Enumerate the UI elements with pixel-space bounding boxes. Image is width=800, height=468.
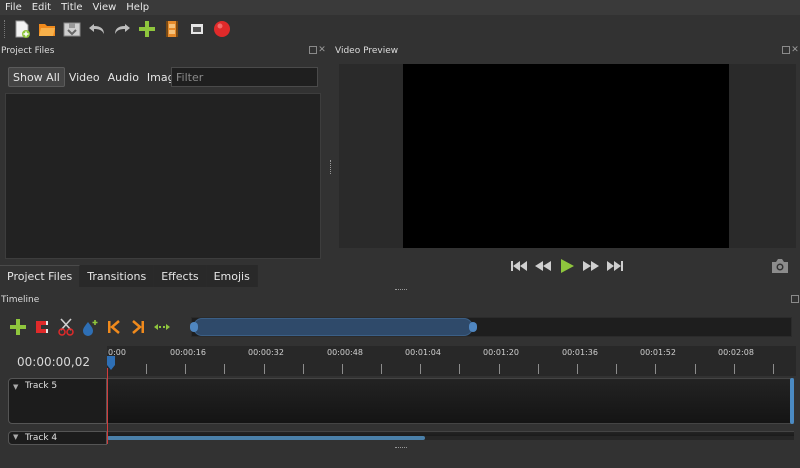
redo-icon[interactable] (111, 18, 133, 40)
track-lane[interactable] (107, 378, 794, 424)
ruler-tick (264, 364, 265, 374)
float-icon[interactable] (309, 46, 317, 54)
rewind-icon[interactable] (532, 256, 554, 276)
collapse-arrow-icon[interactable]: ▼ (13, 433, 18, 441)
menu-help[interactable]: Help (121, 2, 154, 13)
ruler-tick (538, 364, 539, 374)
filter-show-all[interactable]: Show All (8, 67, 65, 87)
collapse-arrow-icon[interactable]: ▼ (13, 383, 18, 391)
camera-icon[interactable] (770, 258, 790, 274)
video-preview-title: Video Preview (335, 46, 399, 56)
razor-scissors-icon[interactable] (54, 316, 78, 338)
new-project-icon[interactable] (11, 18, 33, 40)
ruler-tick (459, 364, 460, 374)
menu-title[interactable]: Title (56, 2, 87, 13)
filter-input[interactable]: Filter (171, 67, 318, 87)
tab-emojis[interactable]: Emojis (206, 265, 258, 287)
time-ruler[interactable]: 0:00 00:00:16 00:00:32 00:00:48 00:01:04… (107, 346, 796, 376)
ruler-label: 00:00:32 (248, 348, 284, 357)
ruler-tick (577, 364, 578, 374)
ruler-tick (734, 364, 735, 374)
float-icon[interactable] (791, 295, 799, 303)
ruler-tick (616, 364, 617, 374)
tab-project-files[interactable]: Project Files (0, 265, 81, 287)
fast-forward-icon[interactable] (580, 256, 602, 276)
ruler-label: 00:02:08 (718, 348, 754, 357)
export-video-icon[interactable] (211, 18, 233, 40)
close-icon[interactable]: ✕ (318, 46, 326, 55)
ruler-label: 00:01:04 (405, 348, 441, 357)
transport-controls (508, 256, 628, 276)
add-marker-icon[interactable] (78, 316, 102, 338)
tab-transitions[interactable]: Transitions (80, 265, 155, 287)
ruler-tick (773, 364, 774, 374)
jump-end-icon[interactable] (604, 256, 626, 276)
ruler-tick (146, 364, 147, 374)
ruler-tick (224, 364, 225, 374)
ruler-label: 00:00:16 (170, 348, 206, 357)
menu-bar: File Edit Title View Help (0, 0, 800, 15)
ruler-tick (303, 364, 304, 374)
float-icon[interactable] (782, 46, 790, 54)
horizontal-splitter[interactable] (395, 447, 407, 449)
filter-audio[interactable]: Audio (104, 67, 143, 87)
ruler-label: 00:01:52 (640, 348, 676, 357)
project-files-list[interactable] (5, 93, 321, 259)
close-icon[interactable]: ✕ (791, 46, 799, 55)
fullscreen-icon[interactable] (186, 18, 208, 40)
import-files-icon[interactable] (136, 18, 158, 40)
track-header[interactable]: ▼ Track 5 (8, 378, 107, 424)
menu-edit[interactable]: Edit (27, 2, 56, 13)
current-timecode: 00:00:00,02 (17, 355, 90, 369)
next-marker-icon[interactable] (126, 316, 150, 338)
timeline-scrollbar-thumb[interactable] (107, 436, 425, 440)
zoom-slider-range[interactable] (193, 318, 473, 336)
jump-start-icon[interactable] (508, 256, 530, 276)
timeline-title: Timeline (1, 295, 40, 305)
track-header[interactable]: ▼ Track 4 (8, 431, 107, 445)
track-name: Track 4 (25, 433, 58, 443)
project-files-title: Project Files (1, 46, 55, 56)
video-screen (403, 64, 729, 248)
horizontal-splitter[interactable] (395, 289, 407, 291)
save-project-icon[interactable] (61, 18, 83, 40)
snap-magnet-icon[interactable] (30, 316, 54, 338)
playhead-line (107, 368, 108, 444)
main-toolbar (0, 15, 800, 43)
ruler-label: 00:01:36 (562, 348, 598, 357)
zoom-handle-right[interactable] (469, 322, 477, 332)
open-project-icon[interactable] (36, 18, 58, 40)
ruler-tick (420, 364, 421, 374)
ruler-tick (342, 364, 343, 374)
track-edge-handle[interactable] (790, 378, 794, 424)
undo-icon[interactable] (86, 18, 108, 40)
timeline-toolbar (6, 316, 174, 338)
previous-marker-icon[interactable] (102, 316, 126, 338)
toolbar-grip[interactable] (4, 20, 7, 38)
zoom-handle-left[interactable] (190, 322, 198, 332)
choose-profile-icon[interactable] (161, 18, 183, 40)
add-track-icon[interactable] (6, 316, 30, 338)
ruler-tick (695, 364, 696, 374)
ruler-tick (499, 364, 500, 374)
play-icon[interactable] (556, 256, 578, 276)
ruler-tick (655, 364, 656, 374)
playhead-marker-icon[interactable] (106, 356, 116, 370)
ruler-tick (381, 364, 382, 374)
center-playhead-icon[interactable] (150, 316, 174, 338)
menu-view[interactable]: View (88, 2, 122, 13)
filter-buttons: Show All Video Audio Image (8, 67, 185, 87)
filter-video[interactable]: Video (65, 67, 104, 87)
ruler-tick (185, 364, 186, 374)
vertical-splitter[interactable] (330, 160, 332, 174)
menu-file[interactable]: File (0, 2, 27, 13)
bottom-tabs: Project Files Transitions Effects Emojis (0, 265, 258, 287)
ruler-label: 00:01:20 (483, 348, 519, 357)
tab-effects[interactable]: Effects (154, 265, 207, 287)
ruler-label: 00:00:48 (327, 348, 363, 357)
track-name: Track 5 (25, 381, 58, 391)
